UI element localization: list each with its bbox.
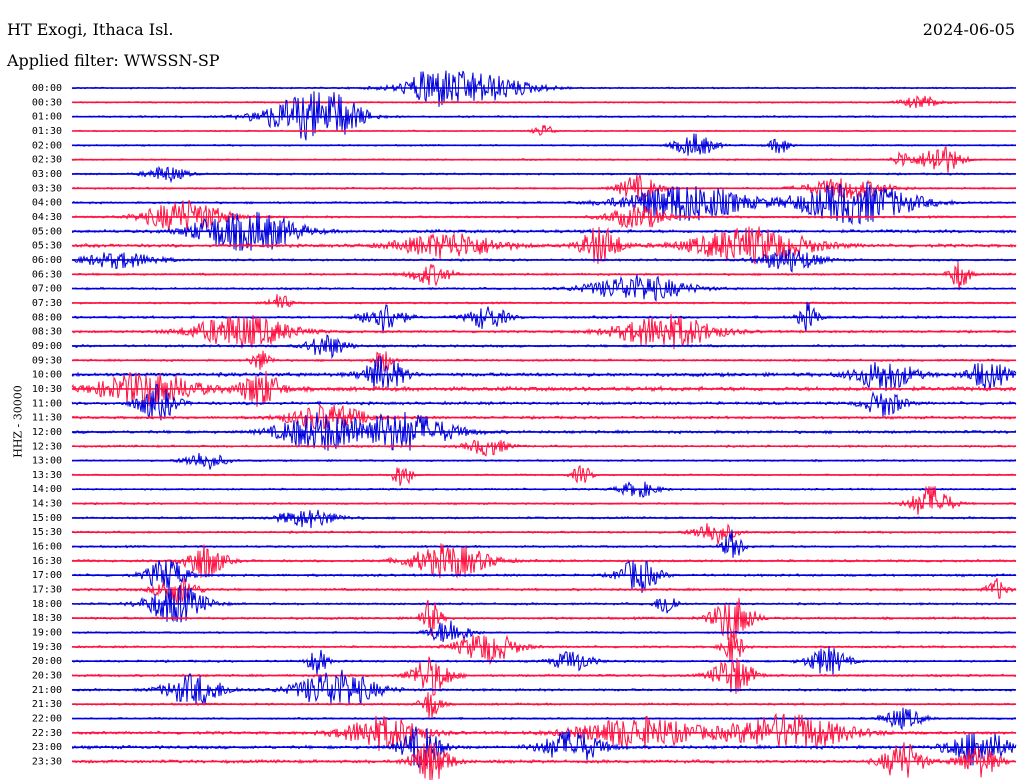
row-time-label: 23:00 (32, 742, 62, 753)
row-time-label: 09:00 (32, 341, 62, 352)
row-time-label: 09:30 (32, 355, 62, 366)
trace-row-1230 (71, 439, 1017, 457)
row-time-label: 20:00 (32, 656, 62, 667)
row-time-label: 11:00 (32, 398, 62, 409)
row-time-label: 01:30 (32, 126, 62, 137)
row-time-label: 22:00 (32, 714, 62, 725)
row-time-label: 06:30 (32, 269, 62, 280)
row-time-label: 15:30 (32, 527, 62, 538)
row-time-label: 13:00 (32, 456, 62, 467)
row-time-label: 19:00 (32, 628, 62, 639)
row-time-label: 11:30 (32, 413, 62, 424)
row-time-label: 16:00 (32, 542, 62, 553)
row-time-label: 00:30 (32, 97, 62, 108)
row-time-label: 06:00 (32, 255, 62, 266)
row-time-label: 07:30 (32, 298, 62, 309)
trace-row-1330 (71, 464, 1017, 486)
row-time-label: 18:00 (32, 599, 62, 610)
row-time-label: 10:30 (32, 384, 62, 395)
trace-row-1500 (71, 509, 1017, 529)
row-time-label: 20:30 (32, 671, 62, 682)
row-time-label: 05:00 (32, 226, 62, 237)
row-time-label: 02:00 (32, 140, 62, 151)
trace-row-1900 (71, 620, 1017, 643)
trace-row-1600 (71, 529, 1017, 558)
row-time-label: 12:00 (32, 427, 62, 438)
row-time-label: 17:00 (32, 570, 62, 581)
row-time-label: 00:00 (32, 83, 62, 94)
row-time-label: 08:30 (32, 327, 62, 338)
row-time-label: 07:00 (32, 284, 62, 295)
row-time-label: 18:30 (32, 613, 62, 624)
row-time-label: 01:00 (32, 112, 62, 123)
row-time-label: 03:30 (32, 183, 62, 194)
row-time-label: 12:30 (32, 441, 62, 452)
row-time-label: 08:00 (32, 312, 62, 323)
seismogram-plot: 00:00 00:30 01:00 01:30 02:00 02:30 03:00 03:30… (32, 70, 1017, 780)
trace-row-0130 (71, 125, 1017, 136)
row-time-label: 02:30 (32, 155, 62, 166)
row-time-label: 14:30 (32, 499, 62, 510)
row-time-label: 04:00 (32, 198, 62, 209)
trace-row-0630 (71, 261, 1017, 291)
row-time-label: 15:00 (32, 513, 62, 524)
row-time-label: 10:00 (32, 370, 62, 381)
row-time-label: 03:00 (32, 169, 62, 180)
trace-row-1530 (71, 523, 1017, 545)
row-time-label: 05:30 (32, 241, 62, 252)
trace-row-1000 (71, 356, 1017, 392)
row-time-label: 23:30 (32, 757, 62, 768)
row-time-label: 17:30 (32, 585, 62, 596)
trace-row-0100 (71, 91, 1017, 141)
trace-row-0700 (71, 274, 1017, 303)
row-time-label: 21:00 (32, 685, 62, 696)
row-time-label: 21:30 (32, 699, 62, 710)
row-time-label: 04:30 (32, 212, 62, 223)
trace-row-0730 (71, 294, 1017, 308)
row-time-label: 19:30 (32, 642, 62, 653)
row-time-label: 16:30 (32, 556, 62, 567)
row-time-label: 13:30 (32, 470, 62, 481)
row-time-label: 14:00 (32, 484, 62, 495)
row-time-label: 22:30 (32, 728, 62, 739)
